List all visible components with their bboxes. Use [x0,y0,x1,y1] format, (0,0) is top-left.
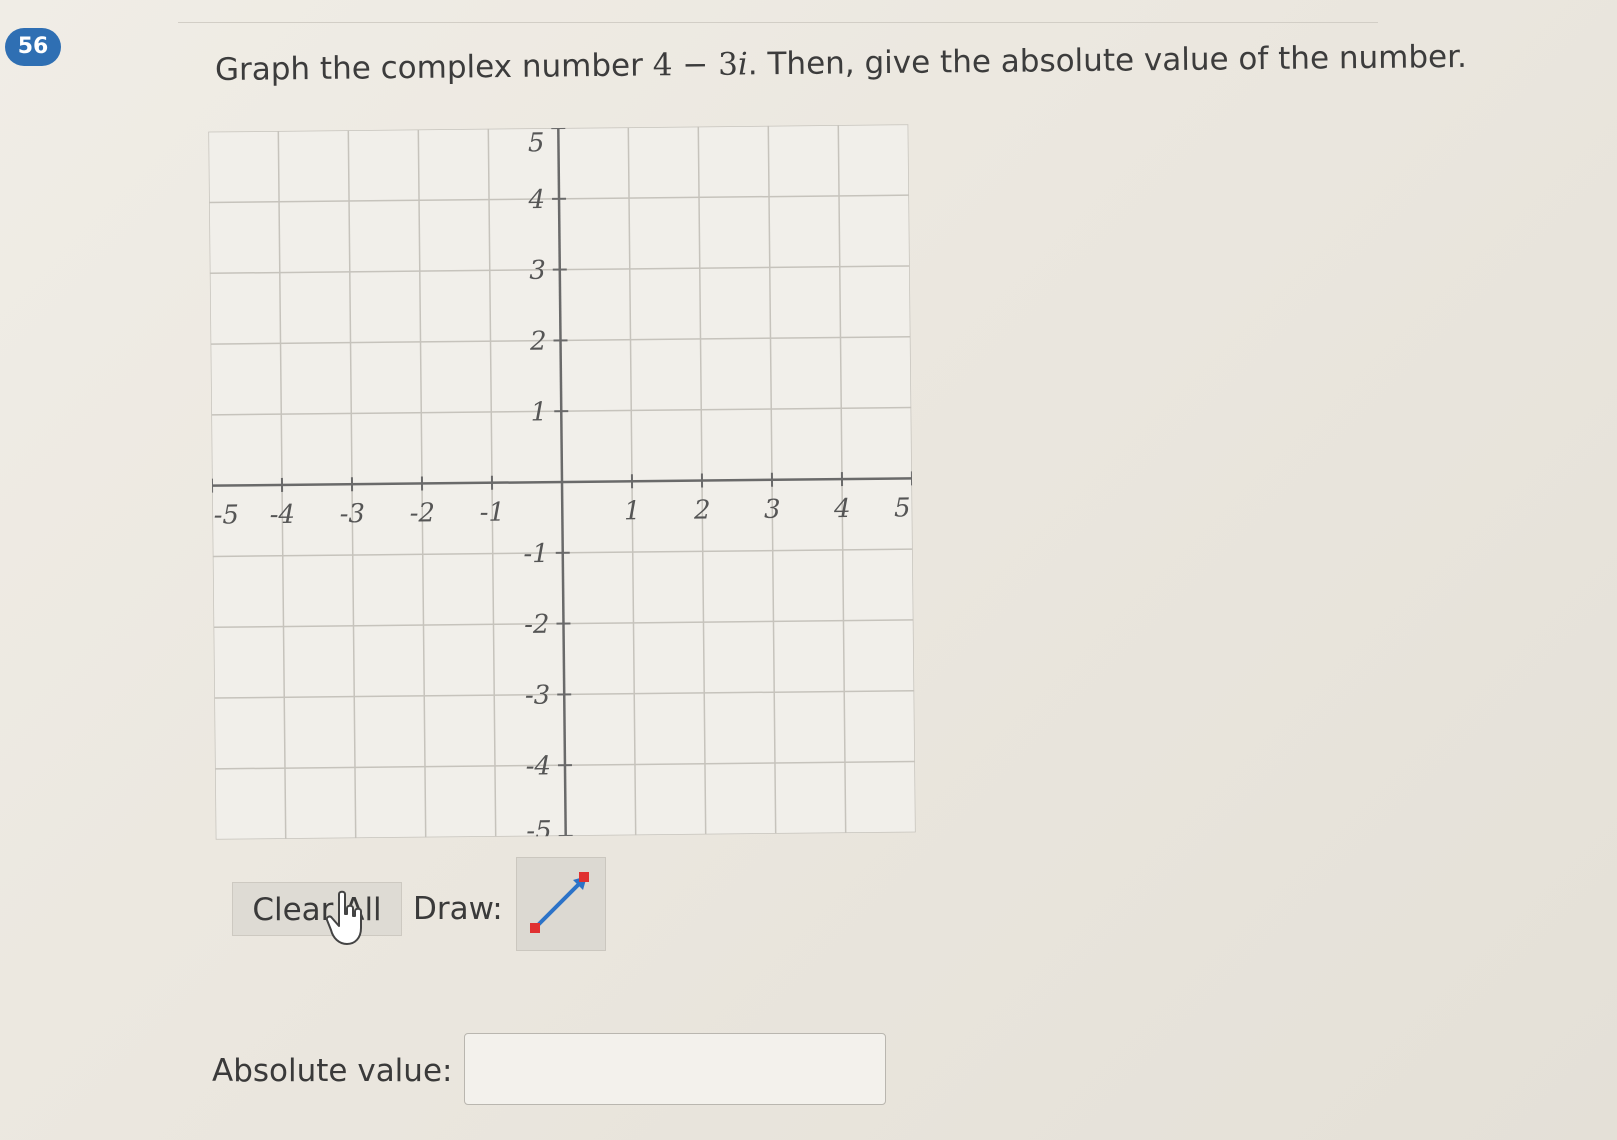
question-number-badge: 56 [5,28,61,66]
y-tick-label: -4 [525,751,551,781]
y-tick-label: -2 [524,610,550,640]
hand-cursor-icon [325,890,369,952]
x-tick-label: 2 [693,495,711,525]
clear-all-button[interactable]: Clear All [232,882,402,936]
y-tick-label: 5 [528,128,545,158]
x-tick-label: -5 [214,500,240,530]
x-tick-label: 5 [894,493,911,523]
y-tick-label: -3 [525,681,551,711]
y-tick-label: 2 [529,327,547,357]
top-divider [178,22,1378,23]
y-tick-label: 4 [527,185,545,215]
y-tick-label: 3 [529,256,546,286]
absolute-value-label: Absolute value: [212,1053,453,1089]
prompt-text-after: . Then, give the absolute value of the n… [747,38,1468,83]
x-tick-label: -3 [340,499,366,529]
x-tick-label: -1 [479,498,505,528]
y-tick-label: 1 [531,397,548,427]
vector-arrow-icon [530,872,589,933]
x-tick-label: 1 [624,496,641,526]
question-prompt: Graph the complex number 4 − 3i. Then, g… [215,39,1467,88]
x-tick-label: -2 [410,498,436,528]
y-tick-label: -1 [523,539,549,569]
draw-label: Draw: [413,891,503,927]
math-imag-unit: i [737,46,748,83]
complex-plane-graph[interactable]: -5 -4 -3 -2 -1 1 2 3 4 5 5 4 3 2 1 -1 -2 -3 -4 -5 [208,124,916,840]
math-imag-coefficient: 3 [717,46,739,83]
absolute-value-input[interactable] [464,1033,886,1105]
math-operator: − [672,46,719,84]
x-tick-label: -4 [270,500,296,530]
graph-canvas[interactable]: -5 -4 -3 -2 -1 1 2 3 4 5 5 4 3 2 1 -1 -2 -3 -4 -5 [208,124,916,840]
draw-tool-button[interactable] [516,857,606,951]
prompt-text-before: Graph the complex number [214,47,653,88]
y-tick-label: -5 [526,816,552,840]
x-tick-label: 3 [764,495,781,525]
math-real-part: 4 [652,47,673,84]
x-tick-label: 4 [833,494,851,524]
